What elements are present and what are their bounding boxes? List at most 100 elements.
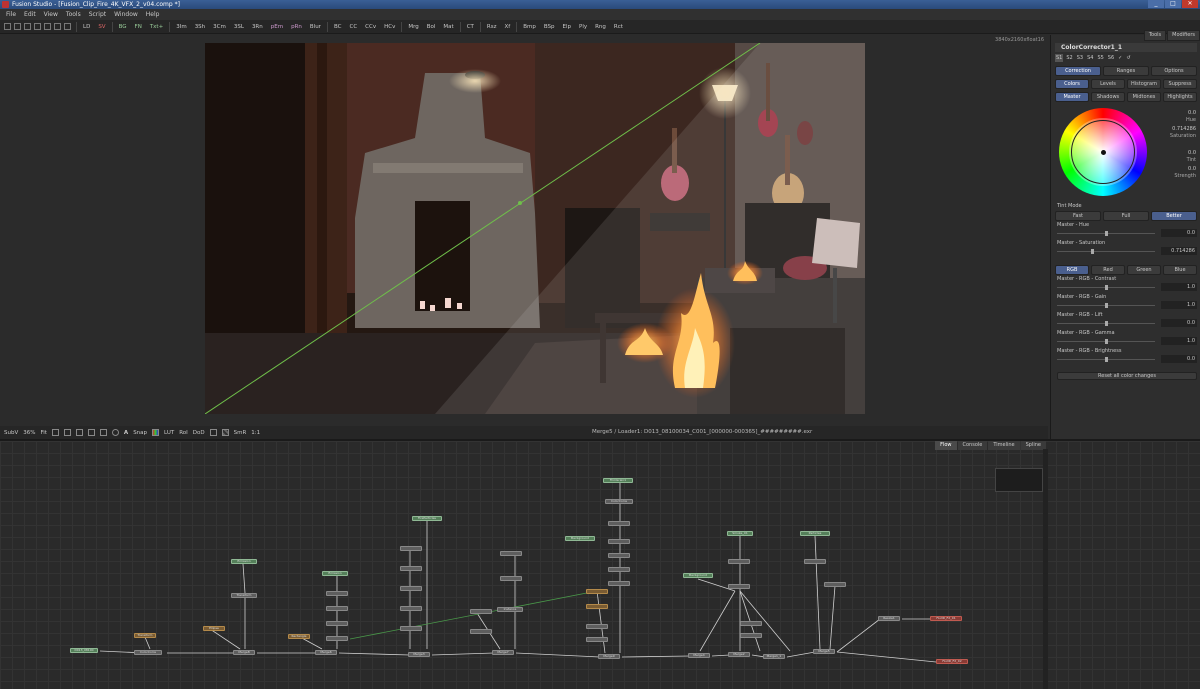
text-tool-icon[interactable]: A: [124, 430, 128, 436]
tool-matte-control[interactable]: Mat: [439, 21, 457, 33]
flow-node-stack[interactable]: [608, 521, 630, 526]
saturation-value[interactable]: 0.714286: [1150, 126, 1196, 133]
tool-text-plus[interactable]: Txt+: [146, 21, 167, 33]
flow-editor[interactable]: Flow Console Timeline Spline D013_08100 …: [0, 441, 1200, 689]
param-value-field[interactable]: 0.0: [1161, 229, 1197, 237]
paint-tool-icon[interactable]: [87, 429, 95, 436]
param-value-field[interactable]: 1.0: [1161, 337, 1197, 345]
slider-knob[interactable]: [1091, 249, 1094, 254]
tool-particle-render[interactable]: pRn: [287, 21, 306, 33]
tool-color-curves[interactable]: CCv: [361, 21, 380, 33]
flow-node-stack[interactable]: [586, 589, 608, 594]
flow-node-saver-1[interactable]: FLUID_FX_01: [930, 616, 962, 621]
flow-node-smoke[interactable]: Smoke_01: [727, 531, 753, 536]
channel-green[interactable]: Green: [1127, 265, 1161, 275]
undo-icon[interactable]: [34, 23, 41, 30]
tool-fastnoise[interactable]: FN: [131, 21, 146, 33]
mode-suppress[interactable]: Suppress: [1163, 79, 1197, 89]
flow-node-transform[interactable]: Transform: [134, 633, 156, 638]
slider-knob[interactable]: [1105, 303, 1108, 308]
tool-rectangle[interactable]: Rct: [610, 21, 627, 33]
channel-blue[interactable]: Blue: [1163, 265, 1197, 275]
flow-node-background[interactable]: Background: [565, 536, 595, 541]
version-s4[interactable]: S4: [1086, 54, 1094, 62]
flow-node-filmgrain[interactable]: FilmGrain1: [603, 478, 633, 483]
flow-node-stack[interactable]: [326, 606, 348, 611]
tool-merge[interactable]: Mrg: [404, 21, 422, 33]
flow-node-stack[interactable]: [608, 539, 630, 544]
flow-node-instance[interactable]: Instance: [497, 607, 523, 612]
tool-transform[interactable]: Xf: [500, 21, 514, 33]
tool-bitmap[interactable]: Bmp: [519, 21, 540, 33]
flow-node-colorcorrector[interactable]: ColorCorre: [134, 650, 162, 655]
flow-node-saver-2[interactable]: FLUID_FX_02: [936, 659, 968, 664]
bspline-tool-icon[interactable]: [75, 429, 83, 436]
tool-channel-booleans[interactable]: CT: [463, 21, 478, 33]
slider-knob[interactable]: [1105, 357, 1108, 362]
version-s5[interactable]: S5: [1096, 54, 1104, 62]
reset-icon[interactable]: ↺: [1125, 54, 1131, 62]
flow-node-stack[interactable]: [500, 576, 522, 581]
tool-color-corrector[interactable]: CC: [345, 21, 361, 33]
flow-node-transform[interactable]: Transform: [231, 593, 257, 598]
fit-button[interactable]: Fit: [40, 430, 46, 436]
flow-node-stack[interactable]: [586, 604, 608, 609]
flow-node-stack[interactable]: [470, 629, 492, 634]
tool-resize[interactable]: Rsz: [483, 21, 501, 33]
flow-node-stack[interactable]: [608, 553, 630, 558]
curve-tool-icon[interactable]: [51, 429, 59, 436]
tool-brightness-contrast[interactable]: BC: [330, 21, 346, 33]
slider-knob[interactable]: [1105, 321, 1108, 326]
dod-button[interactable]: DoD: [193, 430, 205, 436]
new-icon[interactable]: [4, 23, 11, 30]
tool-saver[interactable]: SV: [94, 21, 109, 33]
tool-boolean[interactable]: Bol: [423, 21, 440, 33]
flow-node-loader[interactable]: D013_08100: [70, 648, 98, 653]
maximize-button[interactable]: □: [1165, 0, 1181, 8]
flow-node-stack[interactable]: [400, 546, 422, 551]
mode-colors[interactable]: Colors: [1055, 79, 1089, 89]
tab-options[interactable]: Options: [1151, 66, 1197, 76]
color-channel-icon[interactable]: [152, 429, 160, 436]
viewer-panel[interactable]: 3840x2160xfloat16: [0, 35, 1048, 426]
flow-node-emission-2[interactable]: Emission: [322, 571, 348, 576]
tool-3d-image[interactable]: 3Im: [172, 21, 190, 33]
channel-red[interactable]: Red: [1091, 265, 1125, 275]
version-s2[interactable]: S2: [1065, 54, 1073, 62]
param-slider[interactable]: 0.714286: [1057, 247, 1197, 255]
param-value-field[interactable]: 0.0: [1161, 355, 1197, 363]
tool-ranges[interactable]: Rng: [591, 21, 610, 33]
flow-node-stack[interactable]: [400, 586, 422, 591]
flow-node-ellipse[interactable]: Ellipse: [203, 626, 225, 631]
tool-particle-emitter[interactable]: pEm: [267, 21, 287, 33]
flow-node-stack[interactable]: [608, 581, 630, 586]
slider-track[interactable]: [1057, 251, 1155, 252]
tint-mode-better[interactable]: Better: [1151, 211, 1197, 221]
tool-3d-camera[interactable]: 3Cm: [209, 21, 230, 33]
print-icon[interactable]: [64, 23, 71, 30]
tab-tools[interactable]: Tools: [1143, 30, 1167, 41]
menu-edit[interactable]: Edit: [24, 9, 36, 20]
tool-ellipse[interactable]: Elp: [559, 21, 576, 33]
param-slider[interactable]: 0.0: [1057, 229, 1197, 237]
cut-icon[interactable]: [54, 23, 61, 30]
param-slider[interactable]: 0.0: [1057, 319, 1197, 327]
strength-value[interactable]: 0.0: [1150, 166, 1196, 173]
menu-help[interactable]: Help: [146, 9, 160, 20]
param-slider[interactable]: 0.0: [1057, 355, 1197, 363]
checker-icon[interactable]: [221, 429, 229, 436]
range-shadows[interactable]: Shadows: [1091, 92, 1125, 102]
flow-node-rectangle[interactable]: Rectangle: [288, 634, 310, 639]
param-value-field[interactable]: 1.0: [1161, 283, 1197, 291]
flow-node-merge5[interactable]: Merge5: [813, 649, 835, 654]
slider-knob[interactable]: [1105, 285, 1108, 290]
range-midtones[interactable]: Midtones: [1127, 92, 1161, 102]
tool-background[interactable]: BG: [115, 21, 131, 33]
flow-node-stack[interactable]: [740, 633, 762, 638]
close-button[interactable]: ✕: [1182, 0, 1198, 8]
pin-icon[interactable]: ✓: [1117, 54, 1123, 62]
subview-button[interactable]: SubV: [4, 430, 18, 436]
tool-polygon[interactable]: Ply: [575, 21, 591, 33]
snap-dropdown[interactable]: Snap: [133, 430, 147, 436]
version-s1[interactable]: S1: [1055, 54, 1064, 62]
